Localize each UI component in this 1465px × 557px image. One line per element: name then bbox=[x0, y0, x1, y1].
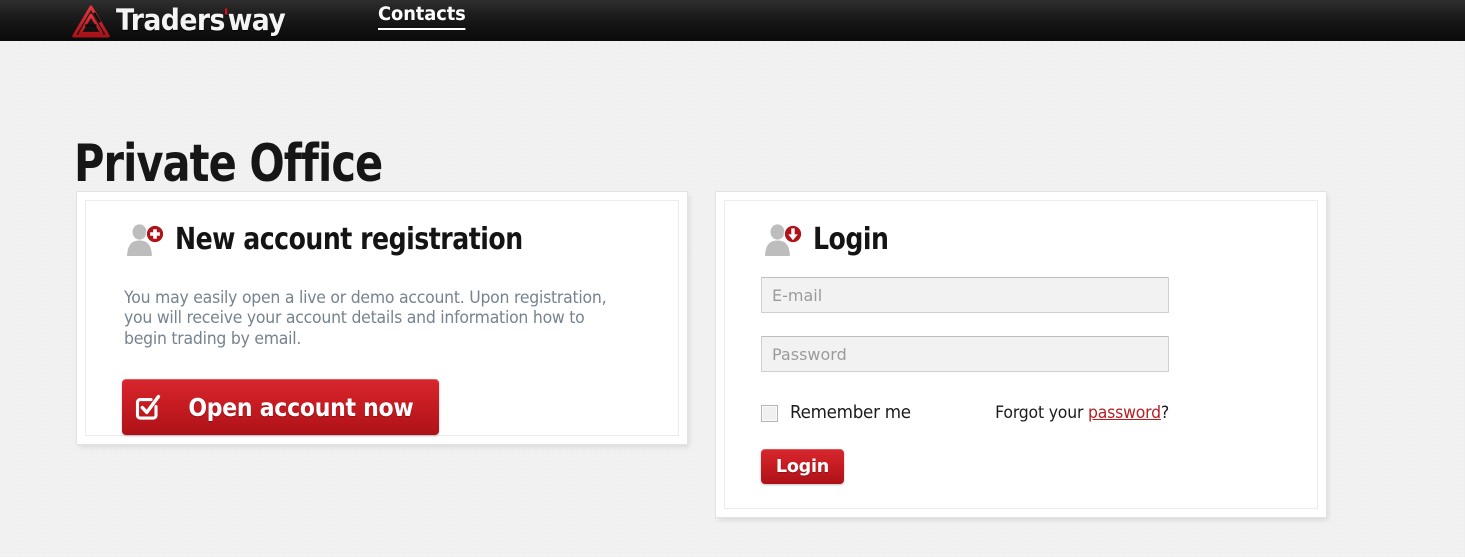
login-heading-text: Login bbox=[813, 222, 889, 257]
logo-text-part2: way bbox=[227, 3, 286, 37]
open-account-button[interactable]: Open account now bbox=[122, 379, 439, 435]
remember-me-label[interactable]: Remember me bbox=[790, 402, 911, 423]
registration-body-text: You may easily open a live or demo accou… bbox=[124, 287, 607, 349]
site-logo-text: Traders'way bbox=[116, 3, 286, 37]
remember-me-checkbox[interactable] bbox=[761, 405, 778, 422]
forgot-password-text: Forgot your password? bbox=[995, 403, 1169, 422]
open-account-button-label: Open account now bbox=[188, 392, 414, 422]
site-logo[interactable]: Traders'way bbox=[72, 0, 300, 41]
password-input[interactable] bbox=[761, 336, 1169, 372]
checkbox-check-icon bbox=[136, 394, 161, 420]
registration-heading-text: New account registration bbox=[175, 222, 523, 257]
login-panel-inner: Login Remember me Forgot your password? … bbox=[724, 200, 1318, 509]
top-navigation-bar: Traders'way Contacts bbox=[0, 0, 1465, 41]
penrose-triangle-logo-icon bbox=[72, 4, 110, 38]
login-button[interactable]: Login bbox=[761, 449, 844, 484]
new-account-registration-panel: New account registration You may easily … bbox=[76, 191, 688, 445]
user-add-icon bbox=[127, 224, 165, 256]
nav-link-contacts[interactable]: Contacts bbox=[378, 4, 466, 30]
user-login-icon bbox=[765, 224, 803, 256]
registration-panel-inner: New account registration You may easily … bbox=[85, 200, 679, 436]
login-panel-heading: Login bbox=[762, 223, 903, 257]
login-options-row: Remember me Forgot your password? bbox=[761, 402, 1169, 426]
logo-text-part1: Traders bbox=[116, 3, 225, 37]
forgot-suffix: ? bbox=[1160, 403, 1169, 422]
forgot-password-link[interactable]: password bbox=[1088, 403, 1161, 422]
page-title: Private Office bbox=[74, 133, 383, 194]
forgot-prefix: Forgot your bbox=[995, 403, 1088, 422]
registration-panel-heading: New account registration bbox=[124, 223, 589, 257]
logo-apostrophe: ' bbox=[222, 6, 229, 31]
email-input[interactable] bbox=[761, 277, 1169, 313]
login-panel: Login Remember me Forgot your password? … bbox=[715, 191, 1327, 518]
